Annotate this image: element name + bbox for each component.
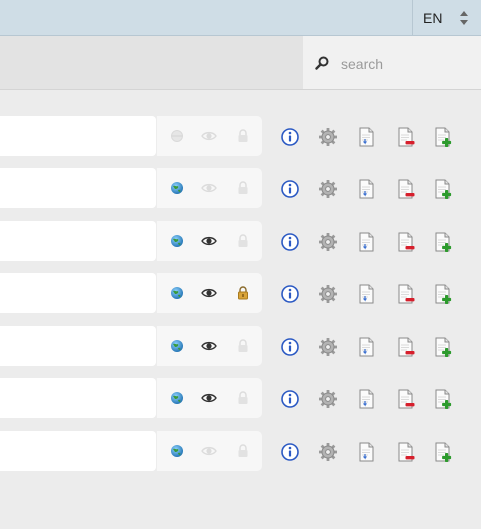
language-select[interactable]: EN — [412, 0, 481, 36]
eye-icon[interactable] — [201, 338, 217, 354]
search-box[interactable] — [303, 36, 481, 89]
lock-icon[interactable] — [235, 180, 251, 196]
list-item — [0, 273, 481, 313]
gear-icon[interactable] — [318, 441, 338, 463]
item-name-field[interactable] — [0, 378, 156, 418]
eye-icon[interactable] — [201, 285, 217, 301]
remove-page-icon[interactable] — [396, 336, 416, 358]
remove-page-icon[interactable] — [396, 441, 416, 463]
document-icon[interactable] — [357, 231, 377, 253]
item-name-field[interactable] — [0, 431, 156, 471]
gear-icon[interactable] — [318, 178, 338, 200]
add-page-icon[interactable] — [433, 126, 453, 148]
add-page-icon[interactable] — [433, 441, 453, 463]
list-item — [0, 378, 481, 418]
status-panel — [156, 168, 262, 208]
eye-icon[interactable] — [201, 443, 217, 459]
top-bar: EN — [0, 0, 481, 36]
item-name-field[interactable] — [0, 221, 156, 261]
lock-icon[interactable] — [235, 285, 251, 301]
remove-page-icon[interactable] — [396, 231, 416, 253]
eye-icon[interactable] — [201, 128, 217, 144]
gear-icon[interactable] — [318, 336, 338, 358]
remove-page-icon[interactable] — [396, 283, 416, 305]
info-icon[interactable] — [280, 231, 300, 253]
gear-icon[interactable] — [318, 283, 338, 305]
info-icon[interactable] — [280, 441, 300, 463]
status-panel — [156, 326, 262, 366]
remove-page-icon[interactable] — [396, 178, 416, 200]
eye-icon[interactable] — [201, 390, 217, 406]
list-item — [0, 326, 481, 366]
globe-icon[interactable] — [169, 180, 185, 196]
info-icon[interactable] — [280, 283, 300, 305]
eye-icon[interactable] — [201, 233, 217, 249]
status-panel — [156, 431, 262, 471]
up-down-arrows-icon — [460, 11, 468, 25]
info-icon[interactable] — [280, 178, 300, 200]
add-page-icon[interactable] — [433, 336, 453, 358]
document-icon[interactable] — [357, 388, 377, 410]
remove-page-icon[interactable] — [396, 126, 416, 148]
eye-icon[interactable] — [201, 180, 217, 196]
lock-icon[interactable] — [235, 338, 251, 354]
item-name-field[interactable] — [0, 273, 156, 313]
document-icon[interactable] — [357, 283, 377, 305]
gear-icon[interactable] — [318, 388, 338, 410]
document-icon[interactable] — [357, 336, 377, 358]
list-item — [0, 221, 481, 261]
add-page-icon[interactable] — [433, 178, 453, 200]
lock-icon[interactable] — [235, 390, 251, 406]
status-panel — [156, 221, 262, 261]
globe-icon[interactable] — [169, 285, 185, 301]
info-icon[interactable] — [280, 336, 300, 358]
list-item — [0, 431, 481, 471]
item-name-field[interactable] — [0, 168, 156, 208]
list-item — [0, 168, 481, 208]
add-page-icon[interactable] — [433, 231, 453, 253]
search-input[interactable] — [339, 52, 473, 76]
info-icon[interactable] — [280, 126, 300, 148]
document-icon[interactable] — [357, 178, 377, 200]
remove-page-icon[interactable] — [396, 388, 416, 410]
gear-icon[interactable] — [318, 126, 338, 148]
add-page-icon[interactable] — [433, 283, 453, 305]
lock-icon[interactable] — [235, 128, 251, 144]
add-page-icon[interactable] — [433, 388, 453, 410]
status-panel — [156, 116, 262, 156]
globe-icon[interactable] — [169, 390, 185, 406]
status-panel — [156, 378, 262, 418]
search-icon — [315, 56, 329, 70]
info-icon[interactable] — [280, 388, 300, 410]
lock-icon[interactable] — [235, 233, 251, 249]
globe-icon[interactable] — [169, 338, 185, 354]
status-panel — [156, 273, 262, 313]
gear-icon[interactable] — [318, 231, 338, 253]
globe-icon[interactable] — [169, 443, 185, 459]
document-icon[interactable] — [357, 441, 377, 463]
lock-icon[interactable] — [235, 443, 251, 459]
globe-icon[interactable] — [169, 128, 185, 144]
item-name-field[interactable] — [0, 326, 156, 366]
item-name-field[interactable] — [0, 116, 156, 156]
toolbar — [0, 36, 481, 90]
list-item — [0, 116, 481, 156]
globe-icon[interactable] — [169, 233, 185, 249]
language-value: EN — [423, 10, 443, 26]
document-icon[interactable] — [357, 126, 377, 148]
